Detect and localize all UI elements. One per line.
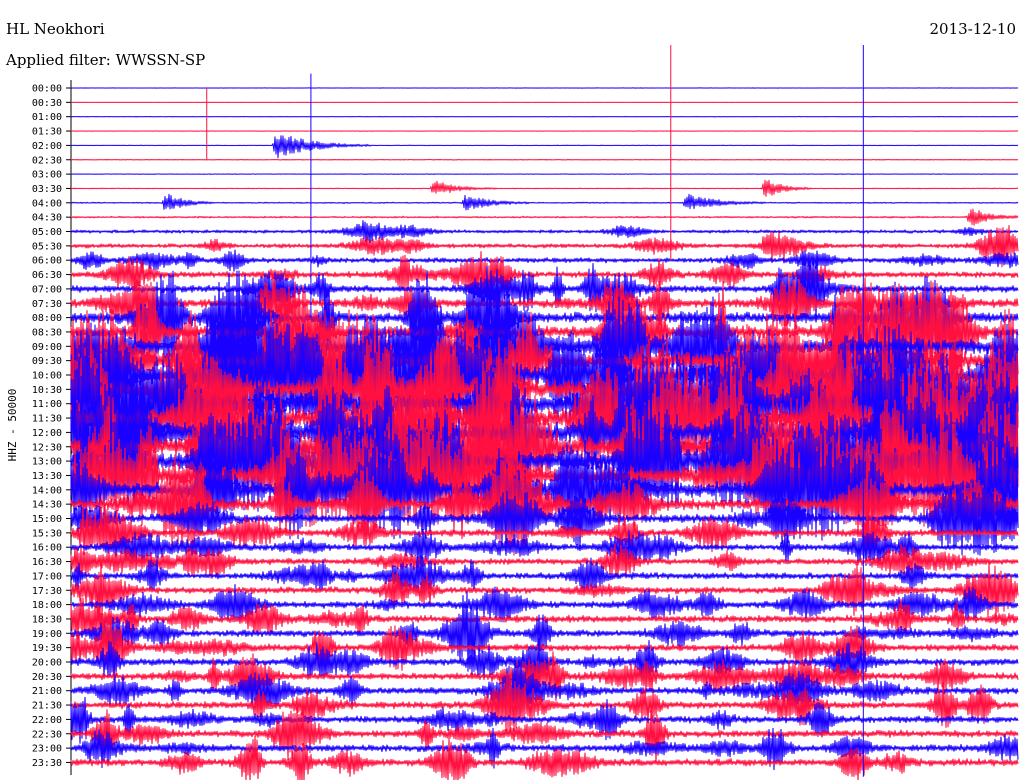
time-tick-label: 17:00	[32, 571, 62, 582]
time-tick-label: 04:00	[32, 198, 62, 209]
time-tick-label: 19:30	[32, 643, 62, 654]
time-tick-label: 09:00	[32, 342, 62, 353]
time-tick-label: 01:30	[32, 127, 62, 138]
seismic-trace-row	[70, 87, 1019, 89]
time-tick-label: 04:30	[32, 213, 62, 224]
time-tick-label: 21:30	[32, 701, 62, 712]
time-tick-label: 23:00	[32, 744, 62, 755]
time-tick-label: 02:00	[32, 141, 62, 152]
time-tick-label: 00:30	[32, 98, 62, 109]
seismic-trace-row	[70, 115, 1019, 118]
time-tick-label: 22:30	[32, 729, 62, 740]
time-tick-label: 16:30	[32, 557, 62, 568]
seismic-trace-row	[70, 158, 1019, 161]
time-tick-label: 08:30	[32, 327, 62, 338]
time-tick-label: 07:00	[32, 284, 62, 295]
trace-group	[70, 44, 1019, 780]
time-tick-label: 15:30	[32, 528, 62, 539]
time-tick-label: 08:00	[32, 313, 62, 324]
time-tick-label: 06:30	[32, 270, 62, 281]
time-tick-label: 20:30	[32, 672, 62, 683]
time-tick-label: 07:30	[32, 299, 62, 310]
time-tick-label: 11:00	[32, 399, 62, 410]
seismic-trace-row	[70, 173, 1019, 175]
time-tick-label: 06:00	[32, 256, 62, 267]
time-tick-label: 12:00	[32, 428, 62, 439]
time-tick-label: 00:00	[32, 84, 62, 95]
time-tick-label: 23:30	[32, 758, 62, 769]
time-tick-group: 00:00 00:30 01:00 01:30 02:00 02:30 03:00 03:30…	[32, 84, 71, 769]
seismic-trace-row	[70, 130, 1019, 132]
time-tick-label: 14:00	[32, 485, 62, 496]
time-tick-label: 05:00	[32, 227, 62, 238]
time-tick-label: 01:00	[32, 112, 62, 123]
channel-label: HHZ - 50000	[6, 389, 19, 462]
time-tick-label: 12:30	[32, 442, 62, 453]
time-tick-label: 16:00	[32, 543, 62, 554]
seismic-trace-row	[70, 193, 1019, 211]
time-tick-label: 03:00	[32, 170, 62, 181]
time-tick-label: 02:30	[32, 155, 62, 166]
time-tick-label: 03:30	[32, 184, 62, 195]
time-tick-label: 05:30	[32, 241, 62, 252]
time-tick-label: 19:00	[32, 629, 62, 640]
time-tick-label: 13:00	[32, 457, 62, 468]
seismic-trace-row	[70, 561, 1019, 621]
time-tick-label: 14:30	[32, 500, 62, 511]
seismic-trace-row	[70, 220, 1019, 244]
time-tick-label: 10:00	[32, 371, 62, 382]
time-tick-label: 10:30	[32, 385, 62, 396]
time-tick-label: 13:30	[32, 471, 62, 482]
time-tick-label: 21:00	[32, 686, 62, 697]
seismic-trace-row	[70, 249, 1019, 272]
time-tick-label: 20:00	[32, 658, 62, 669]
time-tick-label: 15:00	[32, 514, 62, 525]
time-tick-label: 09:30	[32, 356, 62, 367]
helicorder-plot: 00:00 00:30 01:00 01:30 02:00 02:30 03:00 03:30…	[6, 44, 1019, 780]
time-tick-label: 18:00	[32, 600, 62, 611]
seismic-trace-row	[70, 208, 1019, 226]
seismic-trace-row	[70, 135, 1019, 159]
time-tick-label: 17:30	[32, 586, 62, 597]
time-tick-label: 18:30	[32, 614, 62, 625]
seismic-trace-row	[70, 735, 1019, 780]
time-tick-label: 11:30	[32, 414, 62, 425]
seismic-trace-row	[70, 179, 1019, 197]
time-tick-label: 22:00	[32, 715, 62, 726]
